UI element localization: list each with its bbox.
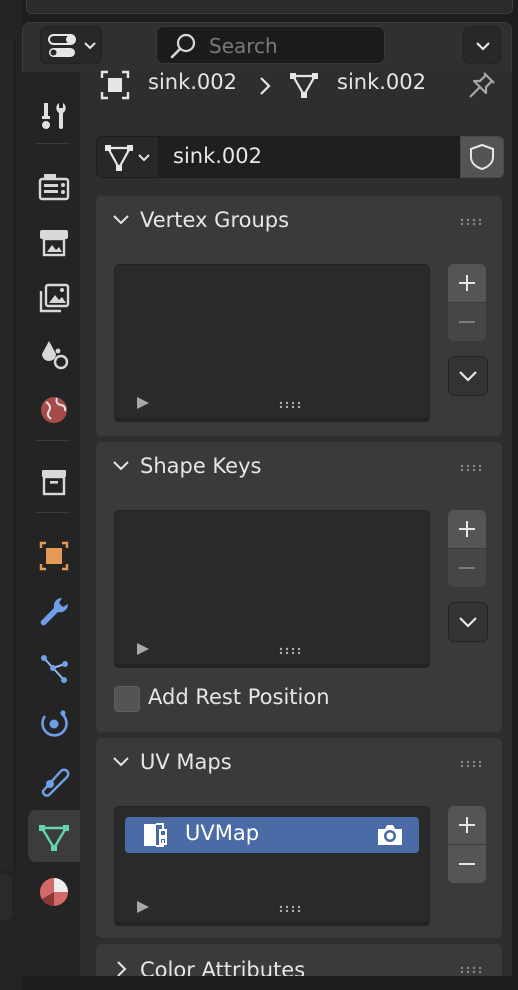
shape-keys-list[interactable] [114,510,430,668]
chevron-down-icon [138,154,150,162]
list-resize-handle-icon[interactable] [279,401,303,409]
uv-maps-panel: UV Maps UVMap [96,738,502,938]
tab-collection[interactable] [28,456,80,508]
camera-icon[interactable] [375,822,405,848]
tab-material[interactable] [28,866,80,918]
tab-data[interactable] [28,810,80,862]
mesh-data-icon [290,73,318,98]
mesh-name-field[interactable]: sink.002 [158,136,460,178]
tool-icon [42,103,66,129]
vertex-groups-list[interactable] [114,264,430,422]
tab-scene[interactable] [28,328,80,380]
object-icon [39,541,69,571]
minus-icon [459,567,475,569]
world-icon [41,397,67,423]
tab-view-layer[interactable] [28,272,80,324]
color-attributes-panel: Color Attributes [96,944,502,976]
plus-icon [459,521,475,537]
shape-key-specials-button[interactable] [448,602,488,642]
chevron-down-icon[interactable] [112,460,130,472]
browse-mesh-button[interactable] [96,136,160,178]
pin-icon[interactable] [466,70,498,100]
physics-icon [41,710,68,737]
add-rest-position-checkbox[interactable] [114,686,140,712]
add-rest-position-label[interactable]: Add Rest Position [148,685,330,709]
chevron-down-icon [459,371,477,382]
mesh-data-icon [39,825,69,851]
minus-icon [459,863,475,865]
drag-handle-icon[interactable] [460,760,484,768]
breadcrumb-mesh-name: sink.002 [337,70,427,94]
wrench-icon [40,597,69,626]
tab-modifiers[interactable] [28,586,80,638]
tab-particles[interactable] [28,642,80,694]
remove-vertex-group-button[interactable] [448,303,486,341]
uv-map-icon [144,823,167,847]
mesh-data-icon [105,145,133,171]
list-resize-handle-icon[interactable] [279,647,303,655]
shape-keys-panel: Shape Keys Add Rest Position [96,442,502,732]
chevron-down-icon[interactable] [112,214,130,226]
search-input[interactable]: Search [156,26,385,64]
add-shape-key-button[interactable] [448,510,486,548]
tab-world[interactable] [28,384,80,436]
chevron-right-icon [260,77,271,95]
uv-map-name[interactable]: UVMap [185,821,259,845]
plus-icon [459,275,475,291]
uv-maps-list[interactable]: UVMap [114,806,430,926]
left-viewport-edge [0,0,22,990]
tab-render[interactable] [28,160,80,212]
chevron-down-icon [476,42,490,51]
collection-icon [42,470,66,496]
tab-output[interactable] [28,216,80,268]
uv-maps-title[interactable]: UV Maps [140,750,232,774]
view-layer-icon [39,283,70,313]
constraints-icon [41,768,70,797]
mesh-datablock-selector: sink.002 [96,136,504,178]
add-vertex-group-button[interactable] [448,264,486,302]
top-window-bar [0,0,518,14]
tab-physics[interactable] [28,698,80,750]
add-uv-map-button[interactable] [448,806,486,844]
shield-icon [470,143,494,171]
drag-handle-icon[interactable] [460,966,484,974]
chevron-down-icon[interactable] [112,756,130,768]
color-attributes-title[interactable]: Color Attributes [140,958,305,976]
search-icon [170,33,196,59]
fake-user-button[interactable] [460,136,504,178]
plus-icon [459,817,475,833]
shape-keys-title[interactable]: Shape Keys [140,454,261,478]
list-resize-handle-icon[interactable] [279,905,303,913]
vertex-group-specials-button[interactable] [448,356,488,396]
breadcrumb-object-name: sink.002 [148,70,238,94]
list-filter-toggle[interactable] [137,397,149,409]
chevron-down-icon [459,617,477,628]
remove-uv-map-button[interactable] [448,845,486,883]
tab-tool[interactable] [28,90,80,142]
options-dropdown-button[interactable] [463,26,501,64]
material-icon [40,878,68,906]
vertex-groups-title[interactable]: Vertex Groups [140,208,289,232]
drag-handle-icon[interactable] [460,218,484,226]
drag-handle-icon[interactable] [460,464,484,472]
remove-shape-key-button[interactable] [448,549,486,587]
vertex-groups-panel: Vertex Groups [96,196,502,436]
list-item[interactable]: UVMap [125,817,419,853]
scene-icon [42,341,69,370]
tab-constraints[interactable] [28,754,80,806]
list-filter-toggle[interactable] [137,643,149,655]
output-icon [40,230,68,257]
search-placeholder: Search [209,34,278,58]
breadcrumb: sink.002 sink.002 [100,70,510,100]
object-icon [100,70,130,100]
mesh-name-value: sink.002 [173,144,263,168]
render-icon [38,174,70,201]
particles-icon [41,655,68,683]
editor-type-button[interactable] [40,26,102,64]
list-filter-toggle[interactable] [137,901,149,913]
minus-icon [459,321,475,323]
tab-object[interactable] [28,530,80,582]
chevron-right-icon[interactable] [116,960,128,976]
